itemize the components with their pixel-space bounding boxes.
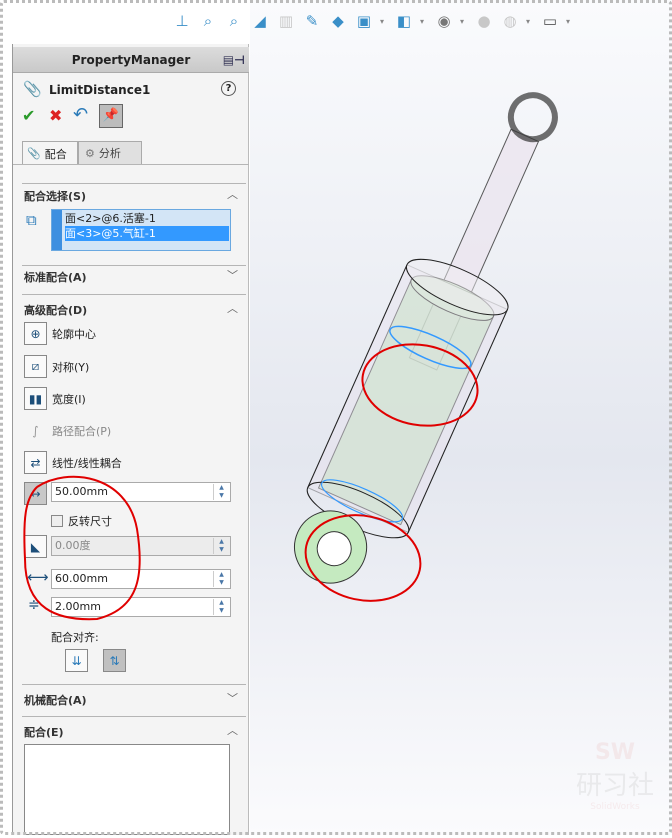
screenshot-frame [0, 0, 672, 835]
